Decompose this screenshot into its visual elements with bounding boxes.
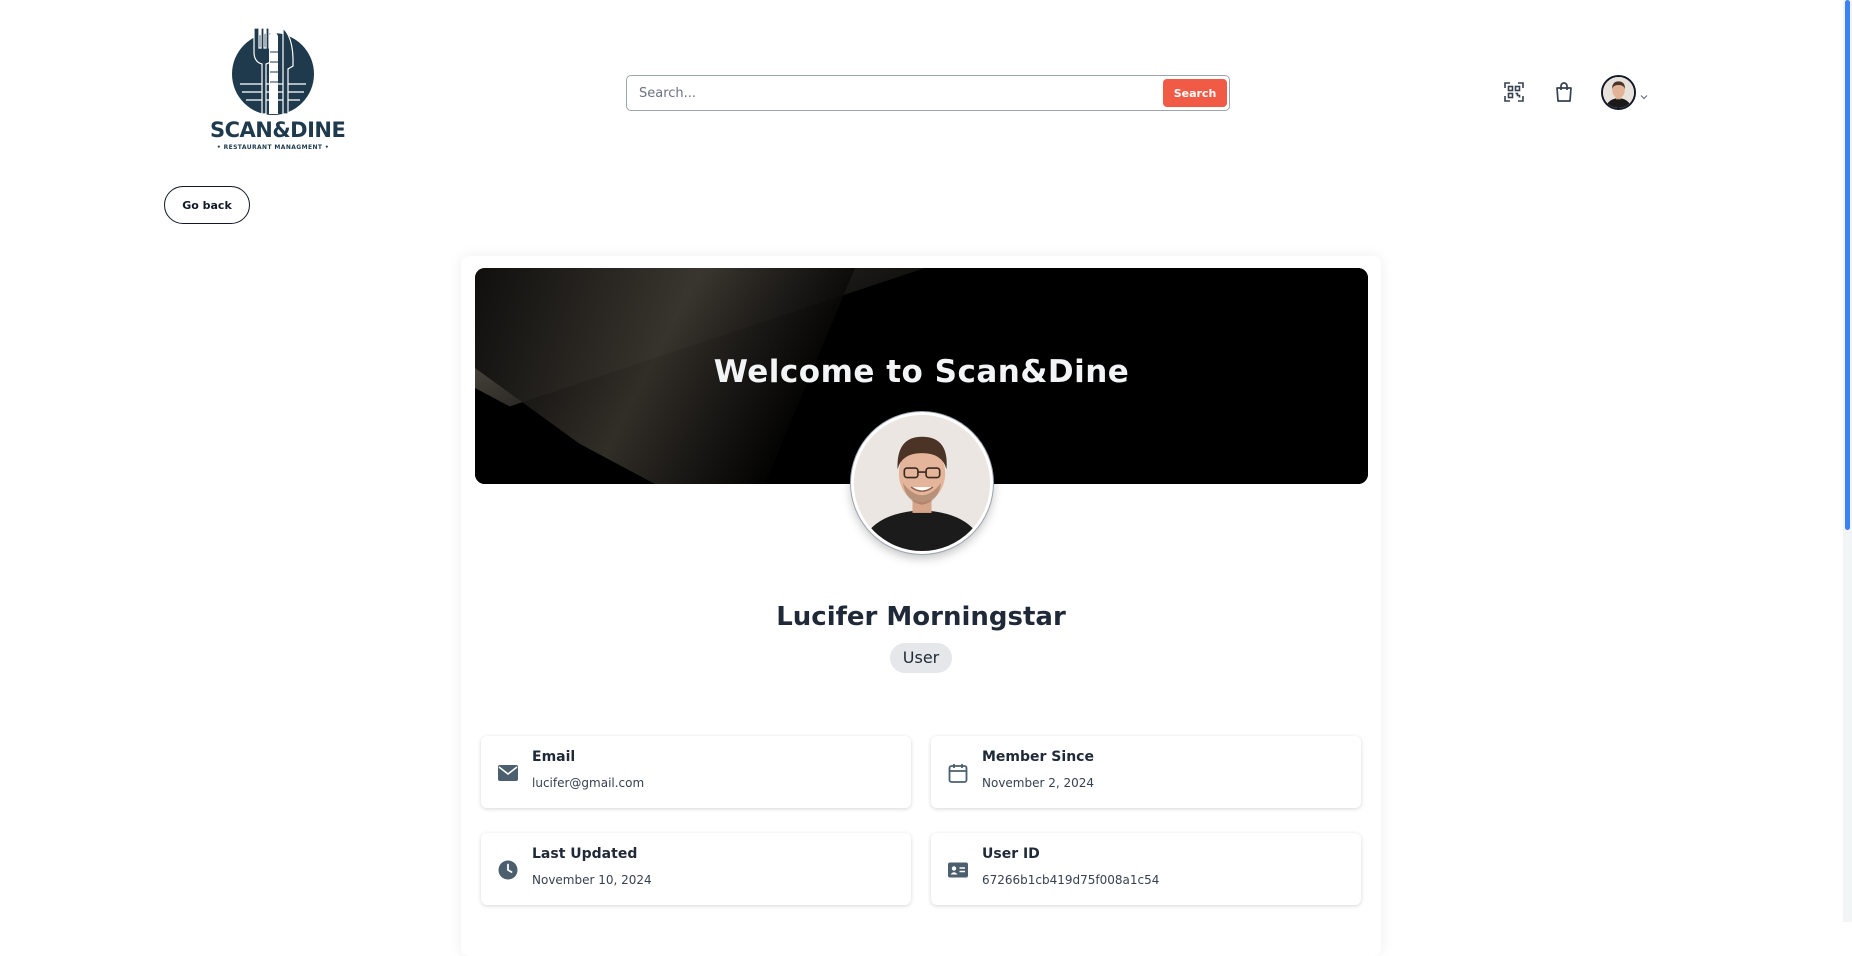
brand-logo[interactable]: SCAN&DINE • RESTAURANT MANAGMENT • [210, 22, 346, 157]
search-input[interactable] [635, 79, 1155, 107]
last-updated-info-card: Last Updated November 10, 2024 [481, 833, 911, 905]
page-scrollbar[interactable] [1843, 0, 1852, 922]
envelope-icon [497, 762, 519, 784]
search-bar: Search [626, 75, 1230, 111]
chevron-down-icon [1639, 87, 1649, 100]
logo-emblem-icon [232, 24, 314, 115]
banner-title: Welcome to Scan&Dine [713, 354, 1130, 390]
brand-name: SCAN&DINE [210, 118, 346, 142]
avatar [1601, 75, 1636, 110]
user-menu-button[interactable] [1601, 75, 1651, 111]
id-card-icon [947, 859, 969, 881]
profile-avatar [851, 412, 993, 554]
user-id-label: User ID [982, 846, 1040, 862]
go-back-button[interactable]: Go back [164, 186, 250, 224]
role-badge: User [890, 643, 952, 673]
user-name: Lucifer Morningstar [776, 602, 1066, 632]
brand-tagline: • RESTAURANT MANAGMENT • [216, 144, 330, 151]
qr-scan-icon[interactable] [1502, 80, 1526, 104]
user-id-value: 67266b1cb419d75f008a1c54 [982, 873, 1160, 887]
user-id-info-card: User ID 67266b1cb419d75f008a1c54 [931, 833, 1361, 905]
profile-card: Welcome to Scan&Dine Lucifer Morningstar… [461, 256, 1381, 956]
member-since-label: Member Since [982, 749, 1094, 765]
email-info-card: Email lucifer@gmail.com [481, 736, 911, 808]
email-value: lucifer@gmail.com [532, 776, 645, 790]
member-since-info-card: Member Since November 2, 2024 [931, 736, 1361, 808]
member-since-value: November 2, 2024 [982, 776, 1095, 790]
clock-icon [497, 859, 519, 881]
email-label: Email [532, 749, 576, 765]
shopping-bag-icon[interactable] [1552, 80, 1576, 104]
last-updated-value: November 10, 2024 [532, 873, 652, 887]
scrollbar-thumb[interactable] [1845, 0, 1850, 530]
calendar-icon [947, 762, 969, 784]
last-updated-label: Last Updated [532, 846, 638, 862]
search-button[interactable]: Search [1163, 79, 1227, 107]
